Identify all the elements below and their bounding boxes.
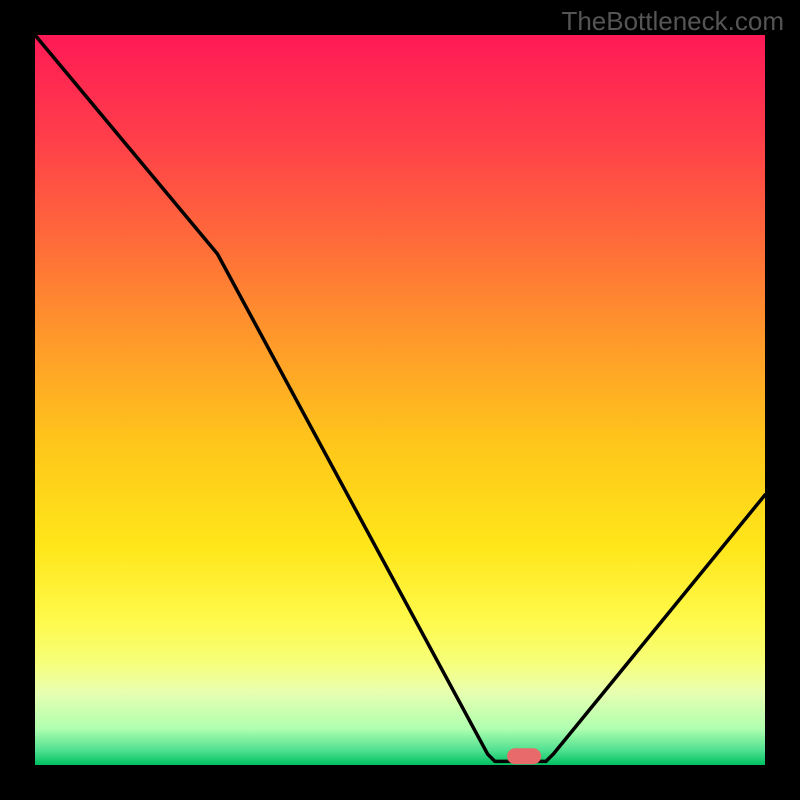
optimal-marker [507, 748, 541, 764]
chart-canvas [35, 35, 765, 765]
watermark-text: TheBottleneck.com [561, 6, 784, 37]
gradient-background [35, 35, 765, 765]
chart-frame [35, 35, 765, 765]
